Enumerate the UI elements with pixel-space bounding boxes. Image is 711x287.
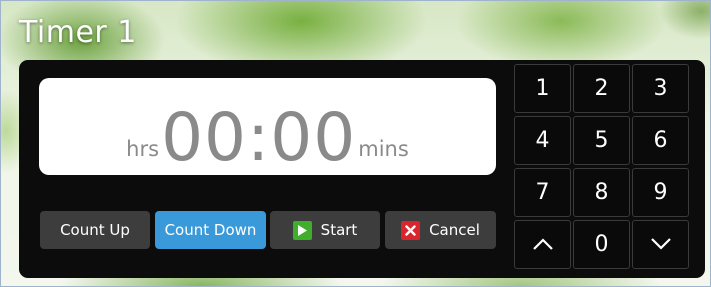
key-0[interactable]: 0 [573, 220, 630, 269]
window-title: Timer 1 [19, 15, 137, 50]
minutes-unit-label: mins [358, 137, 409, 161]
numeric-keypad: 1 2 3 4 5 6 7 8 9 0 [514, 64, 689, 269]
cancel-label: Cancel [429, 221, 480, 239]
key-8[interactable]: 8 [573, 168, 630, 217]
play-icon [292, 220, 312, 240]
key-2[interactable]: 2 [573, 64, 630, 113]
time-display: hrs 00:00 mins [39, 78, 496, 175]
key-9[interactable]: 9 [632, 168, 689, 217]
key-6[interactable]: 6 [632, 116, 689, 165]
chevron-down-icon [650, 232, 672, 257]
key-3[interactable]: 3 [632, 64, 689, 113]
start-label: Start [320, 221, 358, 239]
cancel-button[interactable]: Cancel [385, 211, 496, 249]
key-7[interactable]: 7 [514, 168, 571, 217]
decrement-button[interactable] [632, 220, 689, 269]
timer-panel: hrs 00:00 mins Count Up Count Down Start… [19, 60, 705, 278]
start-button[interactable]: Start [270, 211, 380, 249]
time-value: 00:00 [161, 99, 357, 176]
count-up-button[interactable]: Count Up [40, 211, 150, 249]
increment-button[interactable] [514, 220, 571, 269]
timer-window: Timer 1 hrs 00:00 mins Count Up Count Do… [0, 0, 711, 287]
key-1[interactable]: 1 [514, 64, 571, 113]
close-icon [401, 220, 421, 240]
chevron-up-icon [532, 232, 554, 257]
hours-unit-label: hrs [126, 137, 160, 161]
count-down-button[interactable]: Count Down [155, 211, 266, 249]
key-4[interactable]: 4 [514, 116, 571, 165]
key-5[interactable]: 5 [573, 116, 630, 165]
